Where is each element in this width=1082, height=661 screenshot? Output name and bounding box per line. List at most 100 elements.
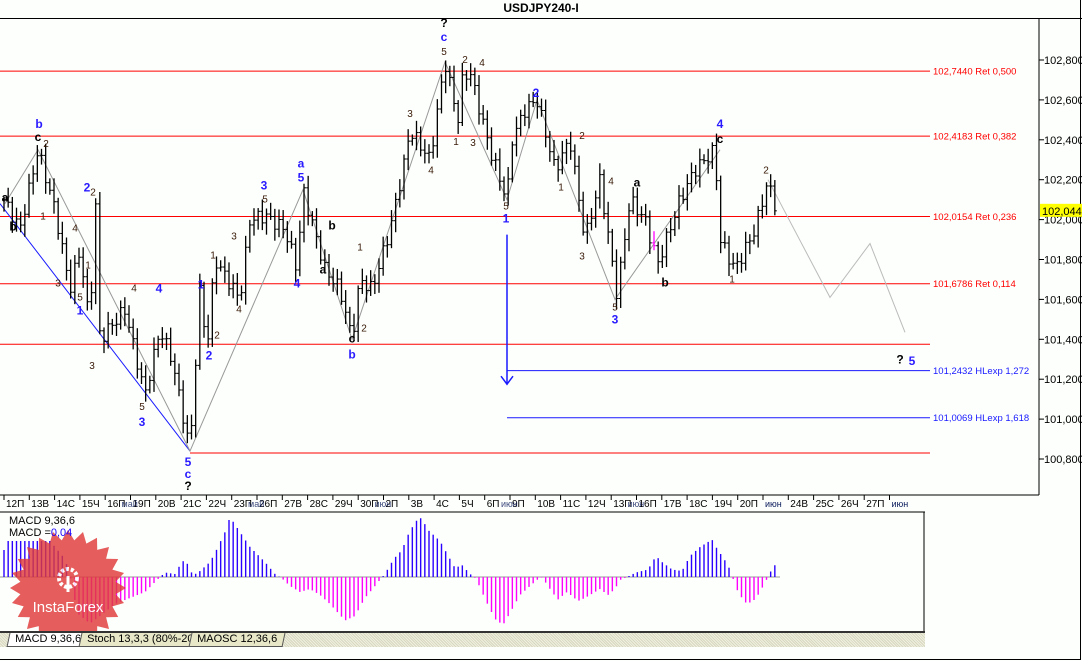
x-tick-label: 11С (563, 499, 581, 510)
ohlc-bar (498, 148, 502, 190)
wave-label: 1 (453, 137, 459, 148)
ohlc-bar (660, 245, 664, 268)
ohlc-bar (315, 208, 319, 248)
wave-label: 3 (231, 232, 237, 243)
x-tick-label: 20П (740, 499, 758, 510)
macd-value: 0,04 (51, 527, 72, 539)
x-tick-label: 25С (816, 499, 834, 510)
ohlc-bar (69, 260, 73, 299)
ohlc-bar (244, 236, 248, 305)
wave-label: 5 (441, 47, 447, 58)
ohlc-bar (765, 182, 769, 215)
ohlc-bar (135, 328, 139, 378)
x-month-label: май (248, 499, 264, 509)
ohlc-bar (456, 100, 460, 134)
x-tick-label: июн (892, 499, 909, 509)
x-tick-label: 12П (6, 499, 24, 510)
macd-name: MACD 9,36,6 (9, 515, 75, 527)
ohlc-bar (327, 254, 331, 286)
ohlc-bar (702, 154, 706, 164)
ohlc-bar (623, 228, 627, 269)
wave-label: 2 (214, 330, 220, 341)
ohlc-bar (290, 231, 294, 249)
ohlc-bar (473, 68, 477, 95)
wave-label: 2 (43, 139, 49, 150)
indicator-tabs: MACD 9,36,6 Stoch 13,3,3 (80%-20%) MAOSC… (0, 631, 925, 647)
macd-value-label: MACD = (9, 527, 51, 539)
wave-label: b (661, 275, 668, 289)
wave-label: 3 (612, 312, 619, 326)
ohlc-bar (431, 136, 435, 158)
ohlc-bar (769, 174, 773, 197)
ohlc-bar (60, 222, 64, 254)
wave-label: c (35, 130, 42, 144)
wave-label: 1 (210, 251, 216, 262)
ohlc-bar (181, 380, 185, 433)
wave-label: 1 (503, 212, 510, 226)
y-tick-label: 101,600 (1044, 294, 1082, 306)
x-tick-label: 27В (284, 499, 302, 510)
level-label: 102,0154 Ret 0,236 (933, 212, 1016, 223)
ohlc-bar (465, 70, 469, 91)
ohlc-bar (331, 268, 335, 292)
ohlc-bar (140, 362, 144, 384)
ohlc-bar (265, 208, 269, 234)
wave-label: 4 (294, 276, 301, 290)
ohlc-bar (115, 313, 119, 336)
ohlc-bar (240, 285, 244, 300)
ohlc-bar (85, 269, 89, 311)
wave-label: 1 (40, 212, 46, 223)
ohlc-bar (369, 270, 373, 296)
ohlc-bar (73, 255, 77, 304)
price-chart[interactable]: 100,800101,000101,200101,400101,600101,8… (0, 0, 1082, 661)
ohlc-bar (77, 248, 81, 268)
y-tick-label: 101,200 (1044, 374, 1082, 386)
ohlc-bar (356, 285, 360, 342)
ohlc-bar (719, 176, 723, 254)
wave-label: 3 (55, 278, 61, 289)
x-tick-label: июн (765, 499, 782, 509)
ohlc-bar (231, 274, 235, 298)
ohlc-bar (427, 144, 431, 163)
wave-label: 3 (139, 415, 146, 429)
wave-label: 2 (462, 55, 468, 66)
wave-label: 1 (77, 303, 84, 317)
y-tick-label: 102,200 (1044, 175, 1082, 187)
ohlc-bar (360, 269, 364, 294)
ohlc-bar (731, 253, 735, 269)
ohlc-bars (2, 60, 777, 443)
ohlc-bar (519, 110, 523, 137)
ohlc-bar (477, 75, 481, 125)
ohlc-bar (673, 211, 677, 236)
ohlc-bar (277, 209, 281, 237)
wave-label: a (298, 157, 305, 171)
wave-label: 2 (206, 348, 213, 362)
wave-label: b (35, 117, 42, 131)
wave-label: ? (896, 352, 903, 366)
tab-macd[interactable]: MACD 9,36,6 (7, 633, 90, 647)
ohlc-bar (298, 221, 302, 277)
x-tick-label: 10В (537, 499, 555, 510)
level-label: 101,2432 HLexp 1,272 (933, 366, 1029, 377)
ohlc-bar (573, 144, 577, 174)
x-tick-label: 13В (31, 499, 49, 510)
wave-label: 3 (261, 179, 268, 193)
ohlc-bar (285, 221, 289, 253)
ohlc-bar (602, 169, 606, 219)
ohlc-bar (644, 204, 648, 226)
ohlc-bar (94, 198, 98, 304)
ohlc-bar (773, 180, 777, 215)
wave-label: a (320, 262, 327, 276)
ohlc-bar (156, 336, 160, 358)
ohlc-bar (65, 237, 69, 280)
tab-maosc[interactable]: MAOSC 12,36,6 (189, 633, 286, 647)
x-month-label: июн (628, 499, 645, 509)
ohlc-bar (606, 202, 610, 244)
ohlc-bar (344, 290, 348, 324)
y-tick-label: 102,400 (1044, 135, 1082, 147)
y-tick-label: 100,800 (1044, 454, 1082, 466)
x-tick-label: 26Ч (841, 499, 859, 510)
wave-label: 5 (262, 195, 268, 206)
wave-label: 1 (729, 274, 735, 285)
wave-label: b (328, 219, 335, 233)
